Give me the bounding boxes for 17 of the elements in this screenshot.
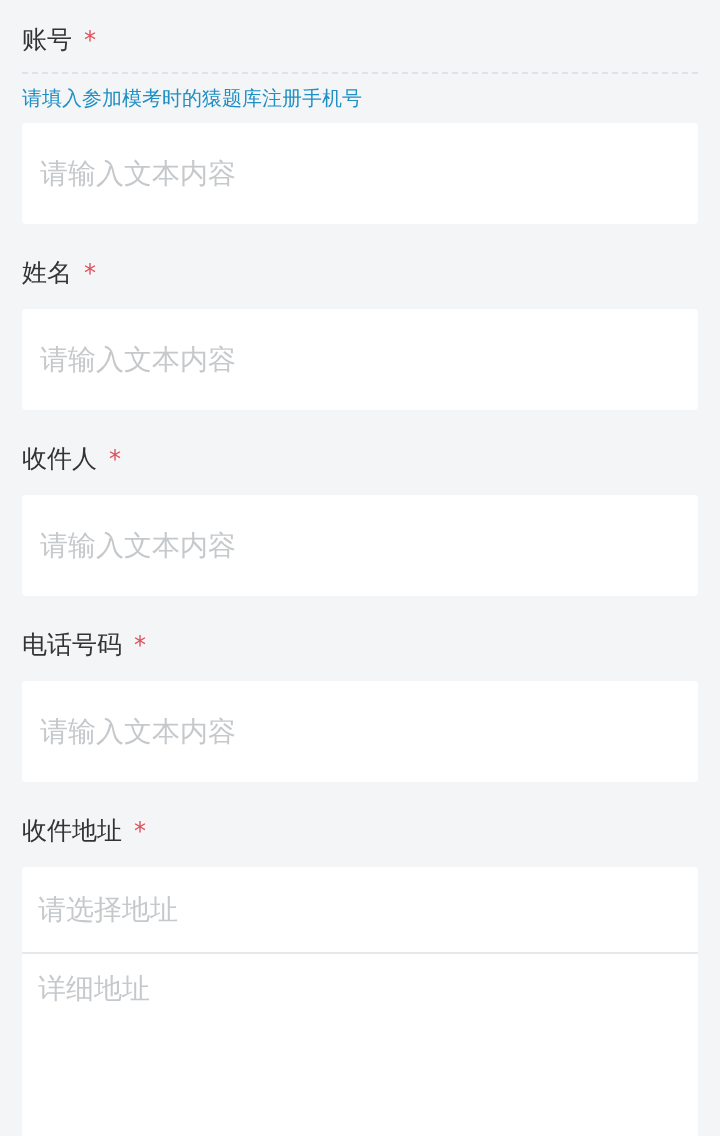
required-mark: *	[134, 816, 146, 847]
input-field[interactable]: 请输入文本内容	[22, 123, 698, 224]
required-mark: *	[109, 444, 121, 475]
field-label: 姓名	[22, 257, 72, 289]
detail-address-field[interactable]: 详细地址	[22, 954, 698, 1136]
hint-text: 请填入参加模考时的猿题库注册手机号	[22, 85, 362, 112]
address-select-field[interactable]: 请选择地址	[22, 867, 698, 954]
field-label: 收件地址	[22, 815, 122, 847]
field-label: 收件人	[22, 443, 97, 475]
field-label: 账号	[22, 24, 72, 56]
input-field[interactable]: 请输入文本内容	[22, 309, 698, 410]
required-mark: *	[84, 25, 96, 56]
input-field[interactable]: 请输入文本内容	[22, 495, 698, 596]
required-mark: *	[84, 258, 96, 289]
field-label: 电话号码	[22, 629, 122, 661]
required-mark: *	[134, 630, 146, 661]
input-field[interactable]: 请输入文本内容	[22, 681, 698, 782]
